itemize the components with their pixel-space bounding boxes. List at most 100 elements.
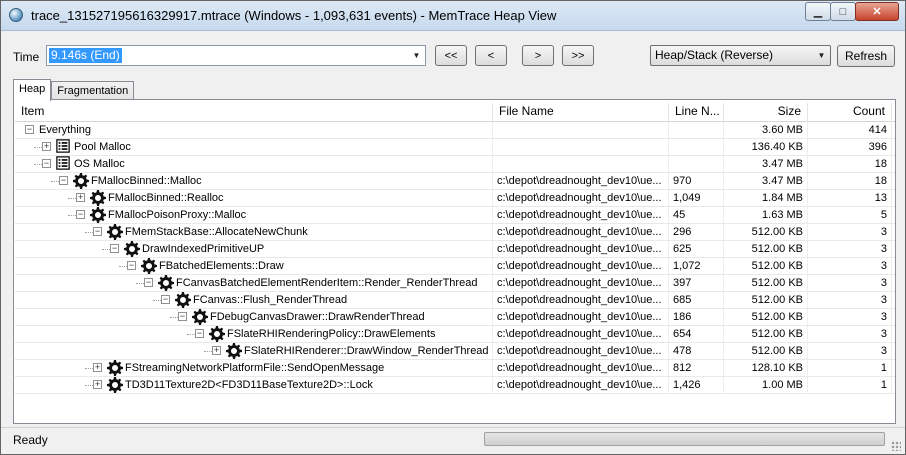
line-number-cell (669, 156, 724, 172)
collapse-icon[interactable]: − (110, 244, 119, 253)
file-name-cell: c:\depot\dreadnought_dev10\ue... (493, 326, 669, 342)
gear-icon (107, 377, 123, 393)
collapse-icon[interactable]: − (93, 227, 102, 236)
item-cell: − FDebugCanvasDrawer::DrawRenderThread (15, 309, 493, 325)
column-header-file-name[interactable]: File Name (493, 103, 669, 122)
tree-connector (85, 385, 93, 386)
count-cell: 3 (808, 258, 892, 274)
gear-icon (107, 360, 123, 376)
refresh-button[interactable]: Refresh (837, 45, 895, 67)
table-row[interactable]: − FMallocPoisonProxy::Malloc c:\depot\drea… (15, 207, 895, 224)
size-cell: 3.47 MB (724, 173, 808, 189)
file-name-cell: c:\depot\dreadnought_dev10\ue... (493, 377, 669, 393)
close-button[interactable]: ✕ (855, 2, 899, 21)
collapse-icon[interactable]: − (161, 295, 170, 304)
grid-icon (56, 156, 72, 172)
time-value[interactable]: 9.146s (End) (49, 48, 122, 63)
line-number-cell: 186 (669, 309, 724, 325)
table-row[interactable]: + TD3D11Texture2D<FD3D11BaseTexture2D>::L… (15, 377, 895, 394)
item-label: FSlateRHIRenderer::DrawWindow_RenderThre… (244, 345, 489, 357)
item-cell: + TD3D11Texture2D<FD3D11BaseTexture2D>::L… (15, 377, 493, 393)
column-header-size[interactable]: Size (724, 103, 808, 122)
tree-connector (34, 164, 42, 165)
line-number-cell: 397 (669, 275, 724, 291)
table-row[interactable]: + Pool Malloc 136.40 KB 396 (15, 139, 895, 156)
tree-connector (68, 215, 76, 216)
collapse-icon[interactable]: − (59, 176, 68, 185)
column-header-count[interactable]: Count (808, 103, 892, 122)
minimize-button[interactable]: ▁ (805, 2, 831, 21)
gear-icon (107, 224, 123, 240)
jump-end-button[interactable]: >> (562, 45, 594, 66)
table-row[interactable]: − FSlateRHIRenderingPolicy::DrawElements c… (15, 326, 895, 343)
view-mode-select[interactable]: Heap/Stack (Reverse) ▼ (650, 45, 831, 66)
collapse-icon[interactable]: − (178, 312, 187, 321)
item-cell: + FStreamingNetworkPlatformFile::SendOpen… (15, 360, 493, 376)
step-forward-button[interactable]: > (522, 45, 554, 66)
item-label: FMallocBinned::Realloc (108, 192, 224, 204)
expand-icon[interactable]: + (212, 346, 221, 355)
tree-connector (85, 232, 93, 233)
chevron-down-icon[interactable]: ▼ (409, 47, 424, 64)
maximize-button[interactable]: □ (830, 2, 856, 21)
chevron-down-icon[interactable]: ▼ (814, 47, 829, 64)
tree-connector (34, 147, 42, 148)
collapse-icon[interactable]: − (144, 278, 153, 287)
column-header-row: Item File Name Line N... Size Count (15, 103, 895, 122)
table-row[interactable]: − FDebugCanvasDrawer::DrawRenderThread c:\… (15, 309, 895, 326)
grid-icon (56, 139, 72, 155)
time-combobox[interactable]: 9.146s (End) ▼ (46, 45, 426, 66)
item-cell: − FCanvas::Flush_RenderThread (15, 292, 493, 308)
tree-connector (51, 181, 59, 182)
tree-connector (85, 368, 93, 369)
count-cell: 3 (808, 343, 892, 359)
table-row[interactable]: − FMallocBinned::Malloc c:\depot\dreadnoug… (15, 173, 895, 190)
line-number-cell: 1,426 (669, 377, 724, 393)
collapse-icon[interactable]: − (42, 159, 51, 168)
line-number-cell: 970 (669, 173, 724, 189)
step-back-button[interactable]: < (475, 45, 507, 66)
item-label: TD3D11Texture2D<FD3D11BaseTexture2D>::Lo… (125, 379, 373, 391)
collapse-icon[interactable]: − (127, 261, 136, 270)
file-name-cell: c:\depot\dreadnought_dev10\ue... (493, 343, 669, 359)
gear-icon (90, 190, 106, 206)
item-cell: + Pool Malloc (15, 139, 493, 155)
file-name-cell (493, 122, 669, 138)
line-number-cell: 1,049 (669, 190, 724, 206)
column-header-item[interactable]: Item (15, 103, 493, 122)
collapse-icon[interactable]: − (76, 210, 85, 219)
table-row[interactable]: − FBatchedElements::Draw c:\depot\dreadnou… (15, 258, 895, 275)
collapse-icon[interactable]: − (25, 125, 34, 134)
table-row[interactable]: − FCanvasBatchedElementRenderItem::Render… (15, 275, 895, 292)
title-bar[interactable]: trace_131527195616329917.mtrace (Windows… (1, 1, 905, 31)
item-label: FMallocPoisonProxy::Malloc (108, 209, 247, 221)
table-row[interactable]: − FMemStackBase::AllocateNewChunk c:\depot… (15, 224, 895, 241)
resize-grip-icon[interactable] (891, 441, 901, 451)
gear-icon (90, 207, 106, 223)
table-row[interactable]: + FSlateRHIRenderer::DrawWindow_RenderThr… (15, 343, 895, 360)
table-row[interactable]: − DrawIndexedPrimitiveUP c:\depot\dreadnou… (15, 241, 895, 258)
jump-start-button[interactable]: << (435, 45, 467, 66)
item-cell: − FMallocPoisonProxy::Malloc (15, 207, 493, 223)
table-row[interactable]: − Everything 3.60 MB 414 (15, 122, 895, 139)
size-cell: 512.00 KB (724, 326, 808, 342)
expand-icon[interactable]: + (76, 193, 85, 202)
table-row[interactable]: + FStreamingNetworkPlatformFile::SendOpen… (15, 360, 895, 377)
count-cell: 396 (808, 139, 892, 155)
collapse-icon[interactable]: − (195, 329, 204, 338)
size-cell: 1.00 MB (724, 377, 808, 393)
heap-tree-list[interactable]: Item File Name Line N... Size Count − Eve… (15, 103, 895, 394)
table-row[interactable]: + FMallocBinned::Realloc c:\depot\dreadnou… (15, 190, 895, 207)
count-cell: 18 (808, 156, 892, 172)
column-header-line-number[interactable]: Line N... (669, 103, 724, 122)
table-row[interactable]: − FCanvas::Flush_RenderThread c:\depot\dre… (15, 292, 895, 309)
expand-icon[interactable]: + (93, 380, 102, 389)
tab-heap[interactable]: Heap (13, 79, 52, 101)
item-label: FSlateRHIRenderingPolicy::DrawElements (227, 328, 436, 340)
tab-fragmentation[interactable]: Fragmentation (51, 81, 135, 101)
expand-icon[interactable]: + (93, 363, 102, 372)
view-mode-value: Heap/Stack (Reverse) (655, 48, 774, 62)
expand-icon[interactable]: + (42, 142, 51, 151)
table-row[interactable]: − OS Malloc 3.47 MB 18 (15, 156, 895, 173)
item-cell: − FBatchedElements::Draw (15, 258, 493, 274)
